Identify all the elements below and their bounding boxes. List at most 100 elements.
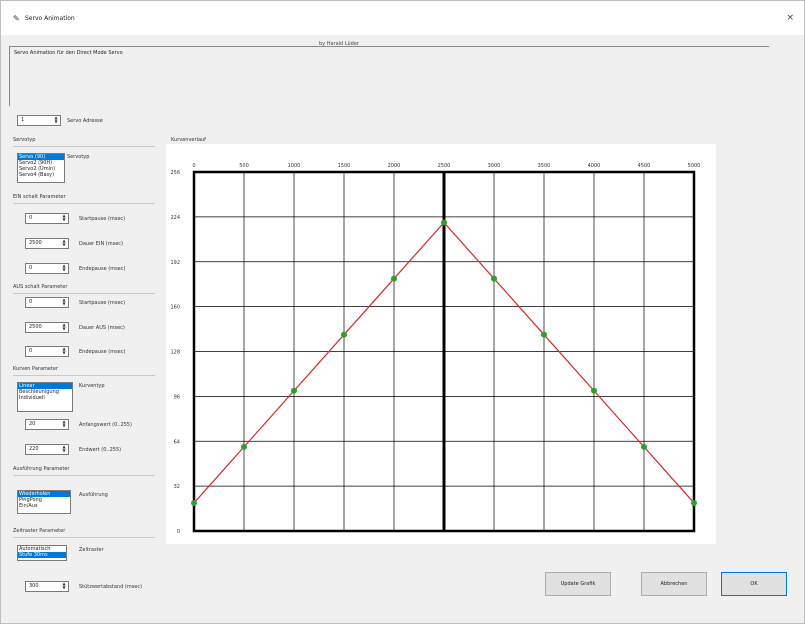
- ein-startpause-label: Startpause (msec): [79, 216, 126, 222]
- aus-startpause-value: 0: [29, 299, 33, 305]
- anfangswert-spinbox[interactable]: 20 ▲ ▼: [25, 419, 69, 430]
- data-point: [491, 275, 497, 282]
- x-tick-label: 1000: [288, 163, 301, 169]
- list-item[interactable]: Individuell: [18, 395, 72, 401]
- group-divider: [13, 375, 155, 376]
- ausfuehrung-listbox[interactable]: Wiederholen PingPong Ein/Aus: [17, 490, 71, 514]
- y-tick-label: 32: [174, 484, 180, 490]
- zeitraster-label: Zeitraster: [79, 547, 104, 553]
- data-point: [241, 443, 247, 450]
- zeitraster-group-label: Zeitraster Parameter: [13, 528, 66, 534]
- spin-arrows-icon[interactable]: ▲ ▼: [61, 239, 67, 248]
- ein-startpause-spinbox[interactable]: 0 ▲ ▼: [25, 213, 69, 224]
- list-item[interactable]: Stufe 30ms: [18, 552, 66, 558]
- cancel-button[interactable]: Abbrechen: [641, 572, 707, 596]
- title-bar: ✎ Servo Animation ×: [1, 1, 804, 35]
- spin-arrows-icon[interactable]: ▲ ▼: [61, 214, 67, 223]
- anfangswert-label: Anfangswert (0..255): [79, 422, 132, 428]
- close-button[interactable]: ×: [786, 13, 794, 23]
- spin-arrows-icon[interactable]: ▲ ▼: [53, 116, 59, 125]
- data-point: [191, 499, 197, 506]
- servo-address-value: 1: [21, 117, 25, 123]
- chart-title: Kurvenverlauf: [171, 137, 206, 143]
- x-tick-label: 2000: [388, 163, 401, 169]
- x-tick-label: 2500: [438, 163, 451, 169]
- aus-endepause-spinbox[interactable]: 0 ▲ ▼: [25, 346, 69, 357]
- servo-address-spinbox[interactable]: 1 ▲ ▼: [17, 115, 61, 126]
- servotyp-group-label: Servotyp: [13, 137, 36, 143]
- description-text[interactable]: Servo Animation für den Direct Mode Serv…: [9, 46, 769, 106]
- spin-arrows-icon[interactable]: ▲ ▼: [61, 420, 67, 429]
- endwert-spinbox[interactable]: 220 ▲ ▼: [25, 444, 69, 455]
- aus-dauer-label: Dauer AUS (msec): [79, 325, 125, 331]
- group-divider: [13, 293, 155, 294]
- spin-arrows-icon[interactable]: ▲ ▼: [61, 298, 67, 307]
- zeitraster-listbox[interactable]: Automatisch Stufe 30ms: [17, 545, 67, 561]
- x-tick-label: 3000: [488, 163, 501, 169]
- x-tick-label: 500: [239, 163, 249, 169]
- spin-arrows-icon[interactable]: ▲ ▼: [61, 264, 67, 273]
- data-point: [541, 331, 547, 338]
- chart-svg: 0 500 1000 1500 2000 2500 3000 3500 4000 4500 5000…: [170, 163, 701, 535]
- stuetzwert-spinbox[interactable]: 300 ▲ ▼: [25, 581, 69, 592]
- x-tick-label: 1500: [338, 163, 351, 169]
- y-tick-label: 224: [170, 215, 180, 221]
- aus-endepause-value: 0: [29, 348, 33, 354]
- aus-dauer-value: 2500: [29, 324, 42, 330]
- aus-dauer-spinbox[interactable]: 2500 ▲ ▼: [25, 322, 69, 333]
- ein-dauer-value: 2500: [29, 240, 42, 246]
- ein-group-label: EIN schalt Parameter: [13, 194, 66, 200]
- ok-button[interactable]: OK: [721, 572, 787, 596]
- ein-dauer-spinbox[interactable]: 2500 ▲ ▼: [25, 238, 69, 249]
- chart-canvas: 0 500 1000 1500 2000 2500 3000 3500 4000 4500 5000…: [166, 144, 716, 544]
- feather-icon: ✎: [13, 14, 20, 23]
- aus-startpause-label: Startpause (msec): [79, 300, 126, 306]
- aus-endepause-label: Endepause (msec): [79, 349, 126, 355]
- x-tick-label: 3500: [538, 163, 551, 169]
- group-divider: [13, 537, 155, 538]
- x-tick-label: 4000: [588, 163, 601, 169]
- ein-startpause-value: 0: [29, 215, 33, 221]
- servotyp-label: Servotyp: [67, 154, 90, 160]
- y-tick-label: 128: [170, 350, 180, 356]
- data-point: [291, 387, 297, 394]
- window-title: Servo Animation: [25, 15, 75, 22]
- ein-endepause-value: 0: [29, 265, 33, 271]
- spin-arrows-icon[interactable]: ▲ ▼: [61, 445, 67, 454]
- kurventyp-label: Kurventyp: [79, 383, 105, 389]
- aus-group-label: AUS schalt Parameter: [13, 284, 68, 290]
- data-point: [441, 219, 447, 226]
- data-point: [641, 443, 647, 450]
- group-divider: [13, 203, 155, 204]
- x-tick-label: 0: [192, 163, 195, 169]
- servotyp-listbox[interactable]: Servo (90) Servo2 (90H) Servo2 (Umin) Servo…: [17, 153, 65, 183]
- list-item[interactable]: Servo4 (Basy): [18, 172, 64, 178]
- x-tick-label: 5000: [688, 163, 701, 169]
- app-window: ✎ Servo Animation × by Harald Lüder Serv…: [0, 0, 805, 624]
- y-tick-label: 0: [177, 529, 180, 535]
- x-tick-label: 4500: [638, 163, 651, 169]
- y-tick-label: 192: [170, 260, 180, 266]
- ein-endepause-label: Endepause (msec): [79, 266, 126, 272]
- spin-arrows-icon[interactable]: ▲ ▼: [61, 347, 67, 356]
- anfangswert-value: 20: [29, 421, 36, 427]
- kurventyp-listbox[interactable]: Linear Beschleunigung Individuell: [17, 382, 73, 412]
- aus-startpause-spinbox[interactable]: 0 ▲ ▼: [25, 297, 69, 308]
- stuetzwert-value: 300: [29, 583, 39, 589]
- ein-endepause-spinbox[interactable]: 0 ▲ ▼: [25, 263, 69, 274]
- y-tick-label: 96: [174, 394, 180, 400]
- y-tick-label: 64: [174, 439, 180, 445]
- spin-arrows-icon[interactable]: ▲ ▼: [61, 323, 67, 332]
- list-item[interactable]: Ein/Aus: [18, 503, 70, 509]
- data-point: [591, 387, 597, 394]
- group-divider: [13, 146, 155, 147]
- update-graphic-button[interactable]: Update Grafik: [545, 572, 611, 596]
- kurven-group-label: Kurven Parameter: [13, 366, 59, 372]
- endwert-label: Endwert (0..255): [79, 447, 122, 453]
- data-point: [341, 331, 347, 338]
- group-divider: [13, 475, 155, 476]
- endwert-value: 220: [29, 446, 39, 452]
- spin-arrows-icon[interactable]: ▲ ▼: [61, 582, 67, 591]
- y-tick-label: 256: [170, 170, 180, 176]
- y-tick-label: 160: [170, 305, 180, 311]
